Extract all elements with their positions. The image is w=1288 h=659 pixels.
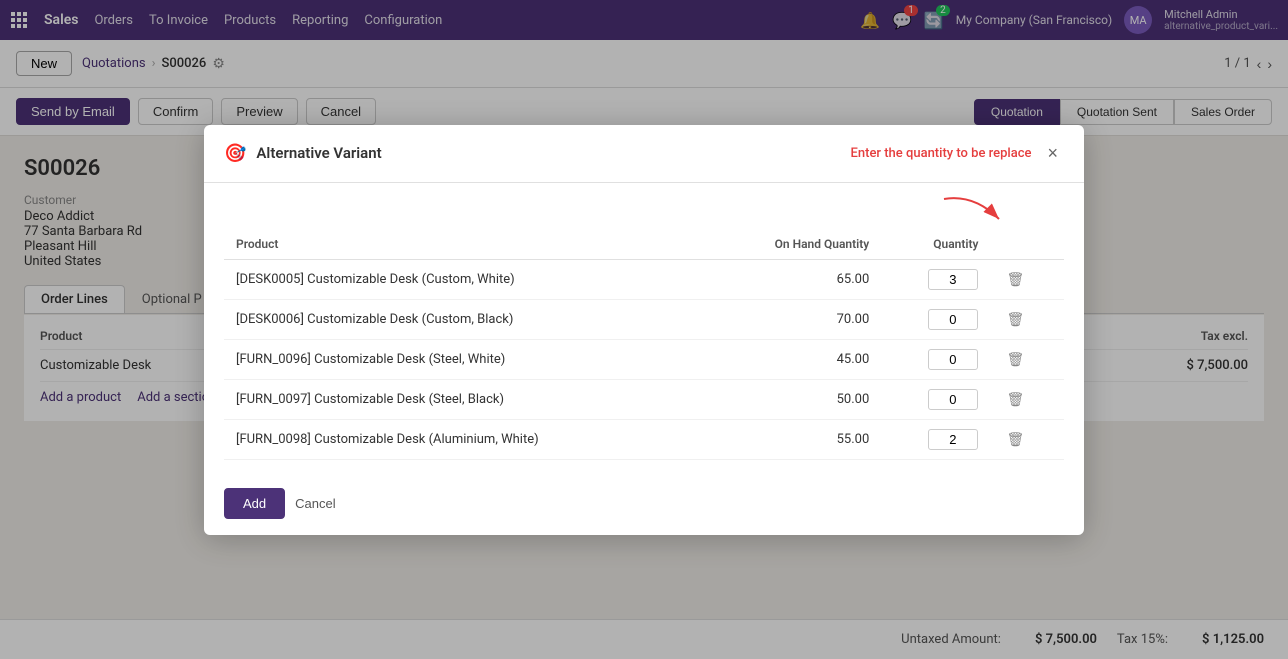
annotation-container [204,183,1084,229]
delete-button-4[interactable]: 🗑 [1002,429,1028,450]
quantity-cell-2 [881,339,990,379]
alternative-variant-modal: 🎯 Alternative Variant Enter the quantity… [204,125,1084,535]
delete-button-3[interactable]: 🗑 [1002,389,1028,410]
quantity-input-0[interactable] [928,269,978,290]
annotation-arrow-svg [934,189,1014,229]
quantity-input-3[interactable] [928,389,978,410]
quantity-input-4[interactable] [928,429,978,450]
quantity-cell-4 [881,419,990,459]
table-row: [FURN_0097] Customizable Desk (Steel, Bl… [224,379,1064,419]
col-header-quantity: Quantity [881,229,990,260]
on-hand-cell-1: 70.00 [706,299,881,339]
product-cell-3: [FURN_0097] Customizable Desk (Steel, Bl… [224,379,706,419]
on-hand-cell-2: 45.00 [706,339,881,379]
quantity-input-2[interactable] [928,349,978,370]
table-header: Product On Hand Quantity Quantity [224,229,1064,260]
modal-cancel-button[interactable]: Cancel [295,496,335,511]
delete-cell-1: 🗑 [990,299,1064,339]
table-row: [FURN_0098] Customizable Desk (Aluminium… [224,419,1064,459]
modal-title: Alternative Variant [256,144,840,162]
col-header-on-hand: On Hand Quantity [706,229,881,260]
modal-close-button[interactable]: × [1041,141,1064,166]
on-hand-cell-4: 55.00 [706,419,881,459]
delete-button-1[interactable]: 🗑 [1002,309,1028,330]
product-cell-4: [FURN_0098] Customizable Desk (Aluminium… [224,419,706,459]
modal-hint: Enter the quantity to be replace [851,146,1032,161]
product-cell-1: [DESK0006] Customizable Desk (Custom, Bl… [224,299,706,339]
product-cell-0: [DESK0005] Customizable Desk (Custom, Wh… [224,259,706,299]
add-button[interactable]: Add [224,488,285,519]
modal-footer: Add Cancel [204,476,1084,535]
quantity-cell-0 [881,259,990,299]
product-cell-2: [FURN_0096] Customizable Desk (Steel, Wh… [224,339,706,379]
quantity-input-1[interactable] [928,309,978,330]
delete-button-2[interactable]: 🗑 [1002,349,1028,370]
quantity-cell-3 [881,379,990,419]
modal-header: 🎯 Alternative Variant Enter the quantity… [204,125,1084,183]
delete-cell-4: 🗑 [990,419,1064,459]
delete-cell-0: 🗑 [990,259,1064,299]
table-row: [FURN_0096] Customizable Desk (Steel, Wh… [224,339,1064,379]
on-hand-cell-3: 50.00 [706,379,881,419]
table-row: [DESK0005] Customizable Desk (Custom, Wh… [224,259,1064,299]
on-hand-cell-0: 65.00 [706,259,881,299]
modal-body: Product On Hand Quantity Quantity [DESK0… [204,229,1084,476]
table-row: [DESK0006] Customizable Desk (Custom, Bl… [224,299,1064,339]
modal-overlay: 🎯 Alternative Variant Enter the quantity… [0,0,1288,659]
modal-icon: 🎯 [224,143,246,164]
product-table: Product On Hand Quantity Quantity [DESK0… [224,229,1064,460]
delete-cell-3: 🗑 [990,379,1064,419]
delete-button-0[interactable]: 🗑 [1002,269,1028,290]
quantity-cell-1 [881,299,990,339]
col-header-actions [990,229,1064,260]
delete-cell-2: 🗑 [990,339,1064,379]
col-header-product: Product [224,229,706,260]
